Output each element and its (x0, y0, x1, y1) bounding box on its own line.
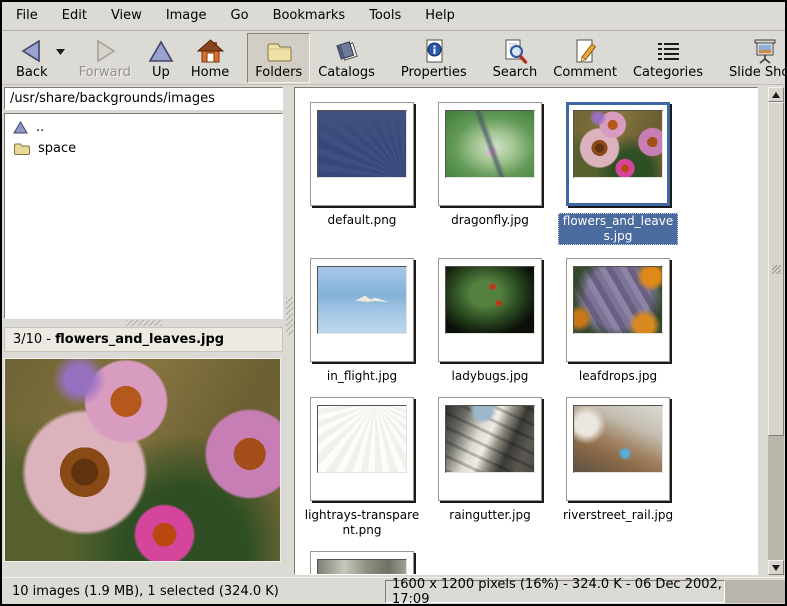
search-button[interactable]: Search (485, 33, 546, 83)
thumbnail-leafdrops[interactable]: leafdrops.jpg (557, 258, 679, 384)
menu-help[interactable]: Help (413, 3, 467, 29)
up-dir-icon (13, 121, 28, 134)
thumbnail-lightrays[interactable]: lightrays-transparent.png (301, 397, 423, 538)
image-position-info: 3/10 - flowers_and_leaves.jpg (4, 327, 283, 352)
thumbnail-image (445, 405, 535, 473)
catalogs-button[interactable]: Catalogs (310, 33, 383, 83)
vertical-scrollbar (768, 87, 784, 575)
menubar: File Edit View Image Go Bookmarks Tools … (2, 2, 785, 31)
thumbnail-image (317, 559, 407, 575)
thumbnail-partial[interactable] (301, 551, 423, 575)
menu-file[interactable]: File (4, 3, 50, 29)
thumbnail-image (573, 266, 663, 334)
search-icon (501, 37, 529, 65)
arrow-down-icon (772, 565, 780, 571)
thumbnail-image (317, 266, 407, 334)
folders-button[interactable]: Folders (247, 33, 310, 83)
list-icon (654, 37, 682, 65)
thumbnail-image (317, 110, 407, 178)
up-button[interactable]: Up (139, 33, 183, 83)
sidebar: .. space 3/10 - flowers_and_leaves.jpg (2, 85, 285, 577)
thumbnail-riverstreet-rail[interactable]: riverstreet_rail.jpg (557, 397, 679, 538)
comment-button[interactable]: Comment (545, 33, 625, 83)
main-area: .. space 3/10 - flowers_and_leaves.jpg (2, 85, 785, 577)
book-icon (333, 37, 361, 65)
forward-icon (91, 37, 119, 65)
thumbnail-image (445, 110, 535, 178)
scrollbar-trough[interactable] (768, 102, 784, 560)
thumbnail-image (317, 405, 407, 473)
forward-button[interactable]: Forward (71, 33, 139, 83)
horizontal-splitter[interactable] (4, 319, 283, 327)
status-summary: 10 images (1.9 MB), 1 selected (324.0 K) (2, 584, 279, 599)
back-button[interactable]: Back (8, 33, 56, 83)
pencil-page-icon (571, 37, 599, 65)
arrow-up-icon (772, 92, 780, 98)
preview-pane (4, 352, 283, 575)
toolbar: Back Forward Up (2, 31, 785, 85)
back-icon (18, 37, 46, 65)
preview-image (4, 358, 281, 562)
current-file-name: flowers_and_leaves.jpg (55, 332, 224, 347)
properties-button[interactable]: Properties (393, 33, 475, 83)
back-history-dropdown[interactable] (56, 33, 71, 83)
home-button[interactable]: Home (183, 33, 237, 83)
up-icon (147, 37, 175, 65)
status-image-details: 1600 x 1200 pixels (16%) - 324.0 K - 06 … (385, 580, 725, 603)
thumbnail-dragonfly[interactable]: dragonfly.jpg (429, 102, 551, 245)
info-page-icon (420, 37, 448, 65)
thumbnail-flowers-and-leaves-selected[interactable]: flowers_and_leaves.jpg (557, 102, 679, 245)
projector-screen-icon (751, 37, 779, 65)
menu-view[interactable]: View (99, 3, 154, 29)
menu-edit[interactable]: Edit (50, 3, 99, 29)
categories-button[interactable]: Categories (625, 33, 711, 83)
folder-item-space[interactable]: space (7, 138, 280, 159)
vertical-splitter[interactable] (285, 85, 294, 577)
thumbnail-image (573, 405, 663, 473)
path-input[interactable] (4, 87, 283, 110)
folder-icon (265, 37, 293, 65)
menu-tools[interactable]: Tools (357, 3, 413, 29)
folder-item-parent[interactable]: .. (7, 117, 280, 138)
menu-image[interactable]: Image (154, 3, 219, 29)
thumbnail-image (445, 266, 535, 334)
menu-go[interactable]: Go (219, 3, 261, 29)
thumbnail-image (573, 110, 663, 178)
chevron-down-icon (56, 49, 65, 55)
thumbnail-raingutter[interactable]: raingutter.jpg (429, 397, 551, 538)
folder-icon (13, 142, 30, 156)
statusbar: 10 images (1.9 MB), 1 selected (324.0 K)… (2, 577, 785, 604)
scroll-up-button[interactable] (768, 87, 784, 102)
menu-bookmarks[interactable]: Bookmarks (261, 3, 358, 29)
thumbnail-default[interactable]: default.png (301, 102, 423, 245)
status-filler (725, 580, 785, 603)
scroll-down-button[interactable] (768, 560, 784, 575)
home-icon (196, 37, 224, 65)
thumbnail-in-flight[interactable]: in_flight.jpg (301, 258, 423, 384)
scrollbar-thumb[interactable] (768, 102, 784, 436)
app-window: File Edit View Image Go Bookmarks Tools … (0, 0, 787, 606)
image-browser: default.png dragonfly.jpg flowers_and_le… (294, 87, 758, 575)
folder-list: .. space (4, 113, 283, 319)
slideshow-button[interactable]: Slide Show (721, 33, 787, 83)
thumbnail-ladybugs[interactable]: ladybugs.jpg (429, 258, 551, 384)
